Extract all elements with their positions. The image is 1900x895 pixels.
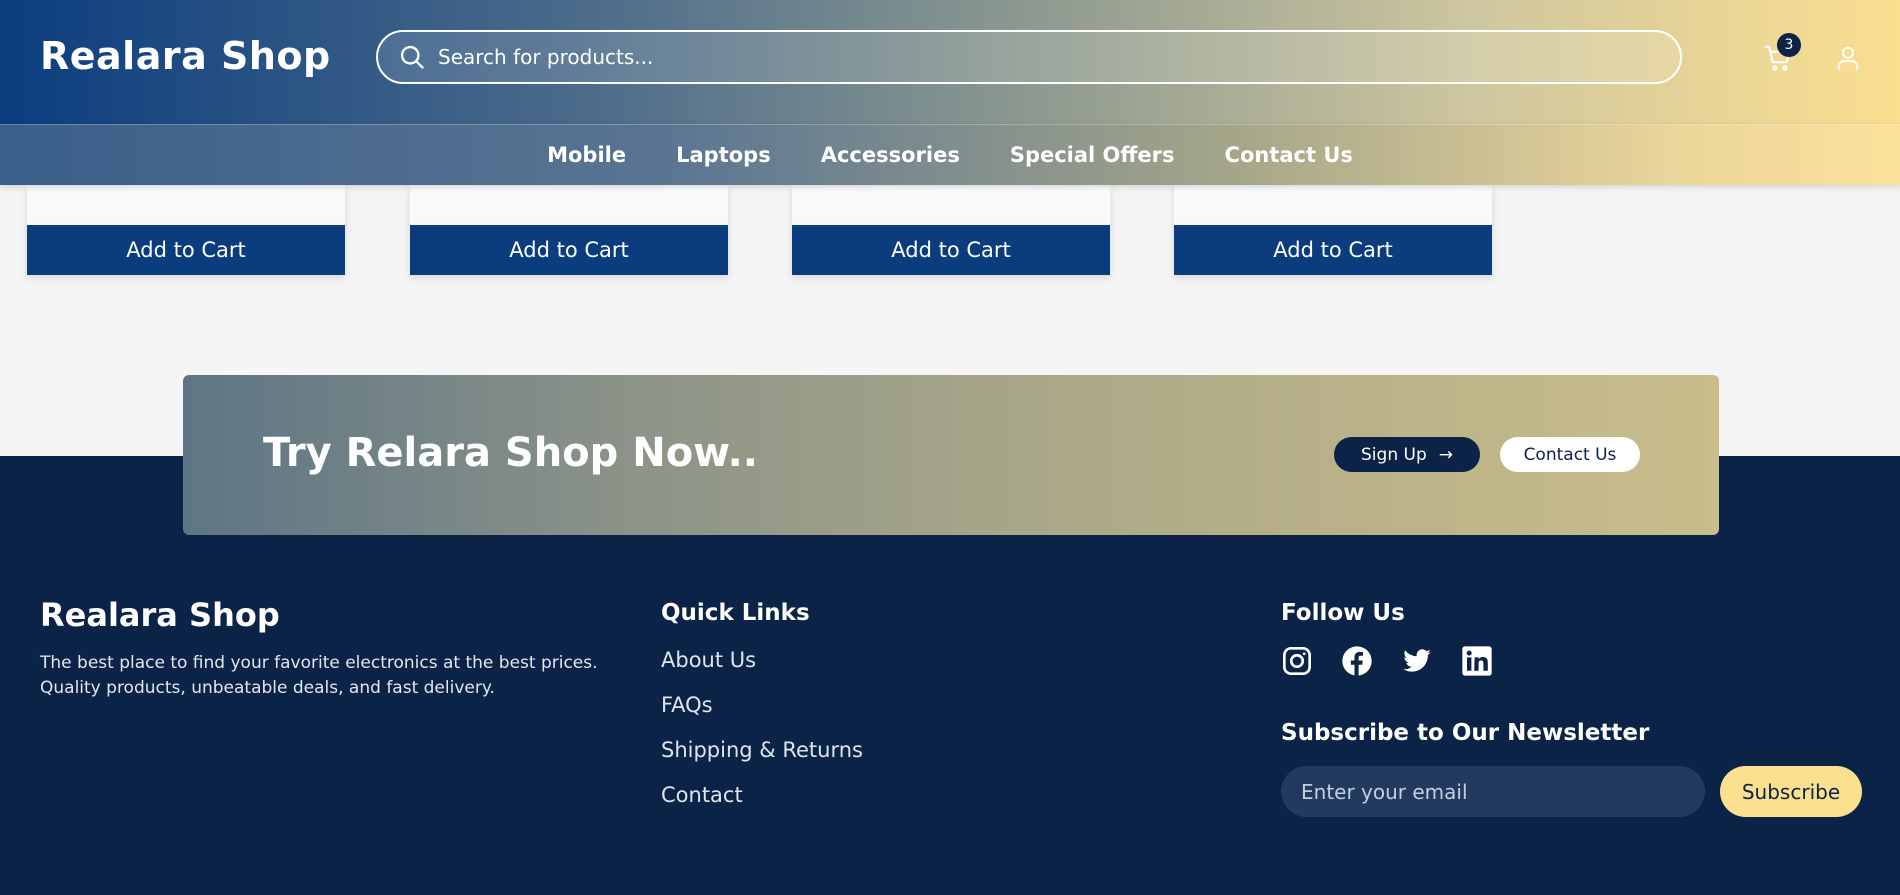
facebook-icon[interactable] — [1341, 645, 1373, 677]
nav-item-mobile[interactable]: Mobile — [547, 143, 626, 167]
product-card: Add to Cart — [792, 185, 1110, 275]
linkedin-icon[interactable] — [1461, 645, 1493, 677]
user-icon — [1837, 46, 1859, 71]
sign-up-button[interactable]: Sign Up → — [1334, 437, 1480, 472]
search-icon[interactable] — [386, 32, 438, 82]
twitter-icon[interactable] — [1401, 645, 1433, 677]
footer-tagline-line: The best place to find your favorite ele… — [40, 653, 598, 673]
subscribe-button[interactable]: Subscribe — [1720, 766, 1862, 817]
product-card: Add to Cart — [27, 185, 345, 275]
cta-title: Try Relara Shop Now.. — [263, 430, 758, 476]
add-to-cart-button[interactable]: Add to Cart — [792, 225, 1110, 275]
footer-link-contact[interactable]: Contact — [661, 783, 743, 807]
instagram-icon[interactable] — [1281, 645, 1313, 677]
product-card: Add to Cart — [410, 185, 728, 275]
add-to-cart-button[interactable]: Add to Cart — [410, 225, 728, 275]
search-input[interactable] — [438, 32, 1680, 82]
cart-button[interactable]: 3 — [1760, 33, 1801, 76]
nav-item-accessories[interactable]: Accessories — [821, 143, 960, 167]
contact-us-button[interactable]: Contact Us — [1500, 437, 1640, 472]
brand-logo[interactable]: Realara Shop — [40, 34, 331, 78]
product-card: Add to Cart — [1174, 185, 1492, 275]
quick-links-heading: Quick Links — [661, 600, 810, 626]
cart-count-badge: 3 — [1777, 33, 1801, 57]
nav-item-special-offers[interactable]: Special Offers — [1010, 143, 1175, 167]
footer-tagline-line: Quality products, unbeatable deals, and … — [40, 678, 495, 698]
account-button[interactable] — [1832, 40, 1864, 76]
footer-link-faqs[interactable]: FAQs — [661, 693, 713, 717]
category-nav: Mobile Laptops Accessories Special Offer… — [0, 124, 1900, 185]
footer-brand: Realara Shop — [40, 596, 280, 634]
follow-us-heading: Follow Us — [1281, 600, 1405, 626]
site-header: Realara Shop 3 — [0, 0, 1900, 124]
footer-link-shipping-returns[interactable]: Shipping & Returns — [661, 738, 863, 762]
add-to-cart-button[interactable]: Add to Cart — [1174, 225, 1492, 275]
footer-link-about-us[interactable]: About Us — [661, 648, 756, 672]
sign-up-label: Sign Up — [1361, 444, 1427, 465]
search-bar[interactable] — [376, 30, 1682, 84]
footer-tagline: The best place to find your favorite ele… — [40, 651, 600, 701]
nav-item-laptops[interactable]: Laptops — [676, 143, 771, 167]
newsletter-heading: Subscribe to Our Newsletter — [1281, 720, 1650, 746]
cta-banner: Try Relara Shop Now.. Sign Up → Contact … — [183, 375, 1719, 535]
newsletter-email-input[interactable] — [1281, 766, 1705, 817]
arrow-right-icon: → — [1438, 444, 1453, 465]
nav-item-contact-us[interactable]: Contact Us — [1225, 143, 1353, 167]
add-to-cart-button[interactable]: Add to Cart — [27, 225, 345, 275]
